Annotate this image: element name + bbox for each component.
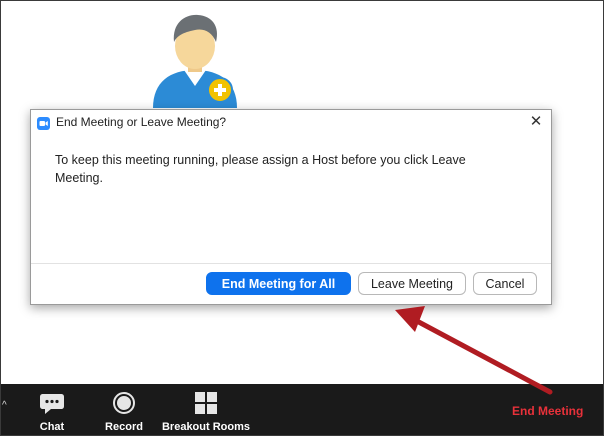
leave-meeting-button[interactable]: Leave Meeting bbox=[358, 272, 466, 295]
end-meeting-button[interactable]: End Meeting bbox=[512, 404, 583, 418]
chat-icon bbox=[40, 394, 64, 414]
record-icon bbox=[113, 392, 135, 414]
close-icon[interactable]: ✕ bbox=[527, 113, 545, 131]
record-button[interactable]: Record bbox=[98, 384, 150, 436]
participant-avatar-icon bbox=[153, 14, 237, 108]
dialog-title: End Meeting or Leave Meeting? bbox=[56, 115, 227, 129]
end-meeting-for-all-button[interactable]: End Meeting for All bbox=[206, 272, 351, 295]
end-meeting-dialog: End Meeting or Leave Meeting? ✕ To keep … bbox=[30, 109, 552, 305]
zoom-app-icon bbox=[37, 117, 50, 130]
dialog-divider bbox=[31, 263, 551, 264]
breakout-rooms-icon bbox=[195, 392, 217, 414]
chat-button[interactable]: Chat bbox=[30, 384, 74, 436]
record-label: Record bbox=[105, 421, 143, 433]
caret-up-icon[interactable]: ^ bbox=[2, 400, 7, 411]
dialog-message: To keep this meeting running, please ass… bbox=[55, 153, 466, 185]
cancel-button[interactable]: Cancel bbox=[473, 272, 537, 295]
dialog-title-bar: End Meeting or Leave Meeting? ✕ bbox=[31, 110, 551, 136]
breakout-rooms-button[interactable]: Breakout Rooms bbox=[158, 384, 254, 436]
chat-label: Chat bbox=[39, 421, 65, 433]
breakout-rooms-label: Breakout Rooms bbox=[161, 421, 251, 433]
annotation-arrow-icon bbox=[395, 306, 553, 395]
